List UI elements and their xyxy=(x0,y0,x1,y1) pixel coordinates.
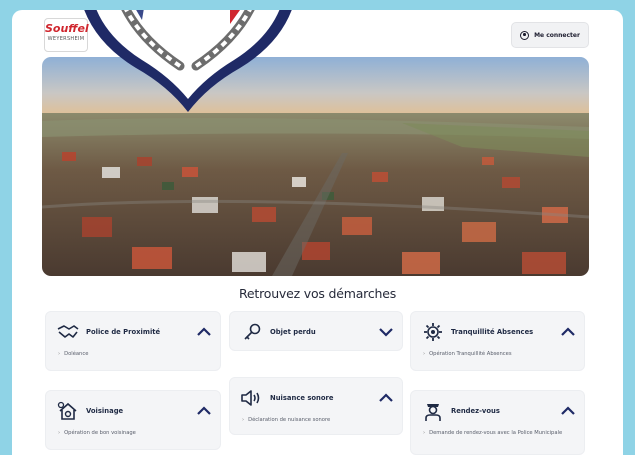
card-link-doleance[interactable]: Doléance xyxy=(58,350,208,358)
card-rendez-vous[interactable]: Rendez-vous Demande de rendez-vous avec … xyxy=(410,390,585,455)
card-link-rendez-vous[interactable]: Demande de rendez-vous avec la Police Mu… xyxy=(423,429,572,437)
chevron-down-icon[interactable] xyxy=(378,325,394,339)
speaker-icon xyxy=(240,387,264,409)
chevron-up-icon[interactable] xyxy=(560,325,576,339)
card-voisinage[interactable]: Voisinage Opération de bon voisinage xyxy=(45,390,221,450)
card-police-de-proximite[interactable]: Police de Proximité Doléance xyxy=(45,311,221,371)
login-button[interactable]: Me connecter xyxy=(511,22,589,48)
crest-emblem xyxy=(84,10,292,112)
card-header[interactable]: Voisinage xyxy=(56,399,212,423)
chevron-up-icon[interactable] xyxy=(196,325,212,339)
card-link-tranquillite[interactable]: Opération Tranquillité Absences xyxy=(423,350,572,358)
card-nuisance-sonore[interactable]: Nuisance sonore Déclaration de nuisance … xyxy=(229,377,403,435)
card-title: Nuisance sonore xyxy=(270,394,334,402)
chevron-up-icon[interactable] xyxy=(196,404,212,418)
police-officer-icon xyxy=(421,400,445,422)
handshake-icon xyxy=(56,321,80,343)
chevron-up-icon[interactable] xyxy=(560,404,576,418)
key-icon xyxy=(240,321,264,343)
card-header[interactable]: Objet perdu xyxy=(240,320,394,344)
card-title: Voisinage xyxy=(86,407,124,415)
section-title: Retrouvez vos démarches xyxy=(238,286,397,301)
user-icon xyxy=(520,30,530,40)
page: Souffel WEYERSHEIM Me connecter Retrouve… xyxy=(12,10,623,455)
gear-icon xyxy=(421,321,445,343)
card-title: Rendez-vous xyxy=(451,407,500,415)
card-title: Tranquillité Absences xyxy=(451,328,534,336)
card-header[interactable]: Tranquillité Absences xyxy=(421,320,576,344)
card-link-voisinage[interactable]: Opération de bon voisinage xyxy=(58,429,208,437)
card-objet-perdu[interactable]: Objet perdu xyxy=(229,311,403,351)
house-gear-icon xyxy=(56,400,80,422)
card-header[interactable]: Nuisance sonore xyxy=(240,386,394,410)
chevron-up-icon[interactable] xyxy=(378,391,394,405)
login-label: Me connecter xyxy=(534,31,580,39)
card-title: Police de Proximité xyxy=(86,328,161,336)
card-link-nuisance[interactable]: Déclaration de nuisance sonore xyxy=(242,416,390,424)
card-tranquillite-absences[interactable]: Tranquillité Absences Opération Tranquil… xyxy=(410,311,585,371)
card-title: Objet perdu xyxy=(270,328,316,336)
card-header[interactable]: Police de Proximité xyxy=(56,320,212,344)
card-header[interactable]: Rendez-vous xyxy=(421,399,576,423)
